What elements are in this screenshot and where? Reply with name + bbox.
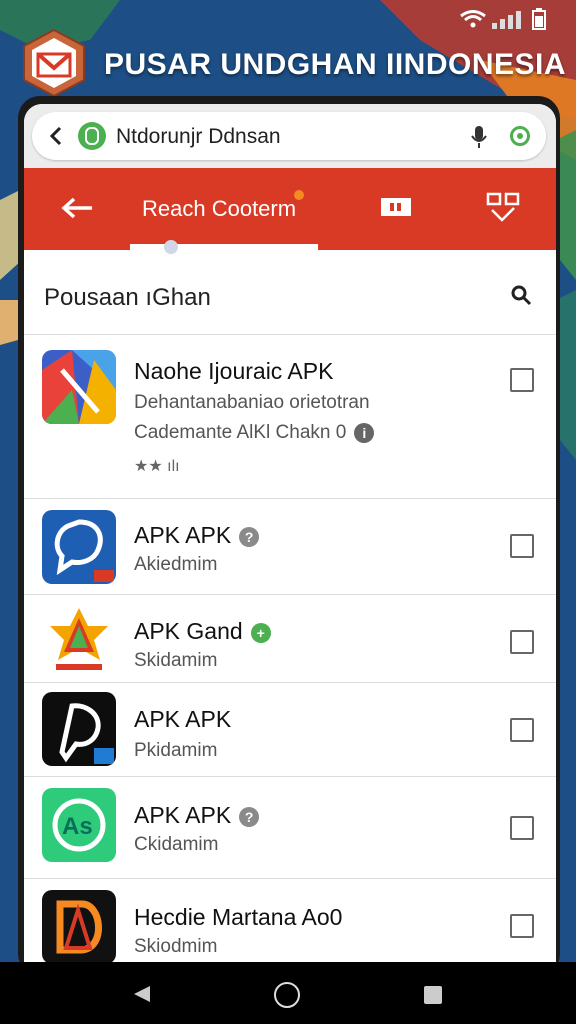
- url-text[interactable]: Ntdorunjr Ddnsan: [116, 125, 281, 149]
- item-title: Hecdie Martana Ao0: [134, 904, 343, 930]
- app-icon-black-logo: [42, 692, 116, 766]
- item-description-2: Cademante AlKl Chakn 0i: [134, 422, 375, 444]
- browser-bar: Ntdorunjr Ddnsan: [24, 104, 556, 168]
- list-item[interactable]: As APK APK? Ckidamim: [24, 776, 556, 878]
- app-icon-d-logo: [42, 890, 116, 964]
- nav-back-icon[interactable]: [132, 984, 152, 1004]
- rating: ★★ ılı: [134, 458, 180, 475]
- app-icon-chat: [42, 510, 116, 584]
- signal-icon: [492, 11, 521, 29]
- wifi-icon: [460, 10, 486, 28]
- item-checkbox[interactable]: [510, 534, 534, 558]
- item-checkbox[interactable]: [510, 718, 534, 742]
- back-arrow-icon[interactable]: [60, 196, 94, 220]
- phone-screen: Ntdorunjr Ddnsan Reach Cooterm Pousaan ı…: [24, 104, 556, 964]
- item-title: APK Gand +: [134, 618, 271, 645]
- help-icon: ?: [239, 806, 260, 827]
- app-icon-triangle: [42, 350, 116, 424]
- list-item[interactable]: Hecdie Martana Ao0 Skiodmim: [24, 878, 556, 964]
- help-icon: ?: [239, 526, 260, 547]
- nav-home-icon[interactable]: [274, 982, 300, 1008]
- header-banner: PUSAR UNDGHAN IINDONESIA: [0, 28, 576, 98]
- banner-title: PUSAR UNDGHAN IINDONESIA: [104, 48, 567, 81]
- search-icon[interactable]: [510, 284, 532, 306]
- tab-marker-icon: [164, 240, 178, 254]
- section-title: Pousaan ıGhan: [44, 284, 211, 311]
- app-icon-green-as: As: [42, 788, 116, 862]
- swap-icon[interactable]: [486, 192, 520, 222]
- info-icon: i: [354, 422, 375, 443]
- item-checkbox[interactable]: [510, 914, 534, 938]
- envelope-logo-icon: [23, 28, 85, 98]
- item-title: Naohe Ijouraic APK: [134, 358, 334, 384]
- tag-icon[interactable]: [380, 196, 412, 218]
- item-checkbox[interactable]: [510, 816, 534, 840]
- app-icon-star-a: [42, 604, 116, 678]
- item-title: APK APK?: [134, 522, 260, 549]
- item-checkbox[interactable]: [510, 630, 534, 654]
- list-item[interactable]: APK APK Pkidamim: [24, 682, 556, 776]
- list-item[interactable]: APK APK? Akiedmim: [24, 498, 556, 594]
- app-bar: Reach Cooterm: [24, 168, 556, 254]
- shield-icon: [78, 122, 106, 150]
- mic-icon[interactable]: [468, 124, 490, 150]
- tab-indicator: [130, 244, 318, 250]
- battery-icon: [532, 8, 546, 30]
- item-subtitle: Ckidamim: [134, 834, 219, 855]
- notification-dot: [294, 190, 304, 200]
- back-icon[interactable]: [46, 124, 66, 148]
- item-title: APK APK: [134, 706, 232, 732]
- tab-title[interactable]: Reach Cooterm: [142, 196, 296, 222]
- item-subtitle: Akiedmim: [134, 554, 218, 575]
- system-nav-bar: [0, 962, 576, 1024]
- list-item[interactable]: APK Gand + Skidamim: [24, 594, 556, 682]
- list-item[interactable]: Naohe Ijouraic APK Dehantanabaniao oriet…: [24, 334, 556, 498]
- nav-recent-icon[interactable]: [424, 986, 442, 1004]
- status-bar: [460, 8, 546, 30]
- item-title: APK APK?: [134, 802, 260, 829]
- target-icon[interactable]: [510, 126, 530, 146]
- svg-text:As: As: [62, 813, 93, 840]
- item-subtitle: Skiodmim: [134, 936, 218, 957]
- address-bar[interactable]: Ntdorunjr Ddnsan: [32, 112, 546, 160]
- verified-icon: +: [250, 622, 271, 643]
- item-subtitle: Skidamim: [134, 650, 218, 671]
- item-checkbox[interactable]: [510, 368, 534, 392]
- item-subtitle: Pkidamim: [134, 740, 218, 761]
- item-description: Dehantanabaniao orietotran: [134, 392, 370, 413]
